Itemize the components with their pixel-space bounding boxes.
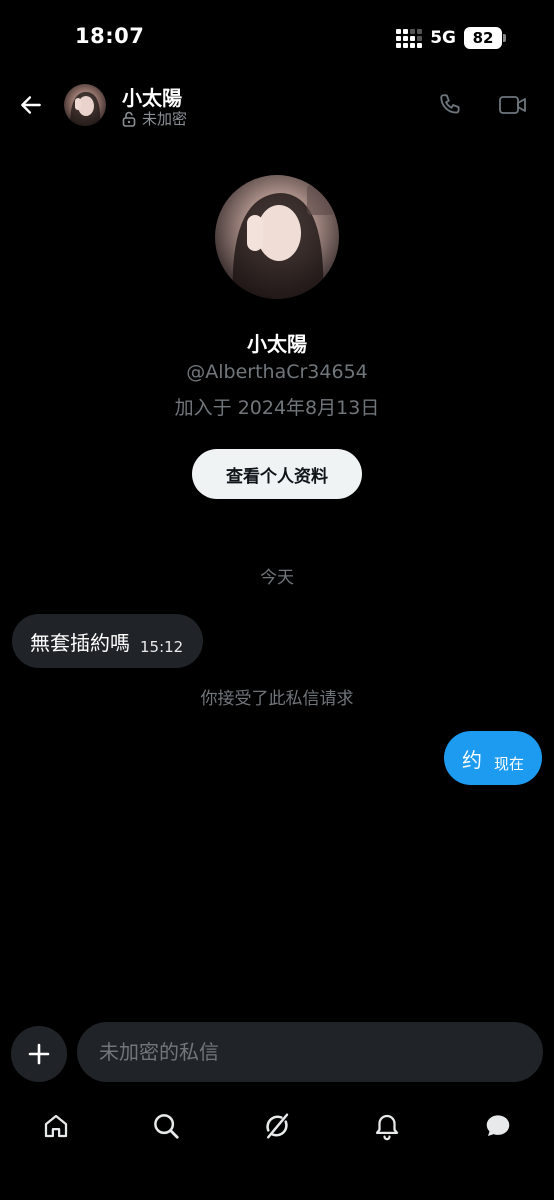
messages-icon [486, 1115, 510, 1136]
incoming-message[interactable]: 無套插約嗎 15:12 [12, 614, 204, 668]
profile-avatar-image [215, 175, 339, 299]
battery-level: 82 [464, 27, 502, 49]
day-separator: 今天 [260, 568, 294, 588]
profile-joined-date: 加入于 2024年8月13日 [174, 397, 380, 419]
conversation-title: 小太陽 [122, 86, 182, 110]
grok-icon [266, 1113, 289, 1139]
profile-avatar[interactable] [215, 175, 339, 299]
nav-search[interactable] [146, 1106, 186, 1146]
profile-handle: @AlberthaCr34654 [186, 361, 368, 383]
message-time: 15:12 [140, 638, 184, 656]
nav-grok[interactable] [257, 1106, 297, 1146]
search-icon [154, 1114, 179, 1139]
status-bar: 18:07 5G 82 [0, 0, 554, 76]
nav-home[interactable] [36, 1106, 76, 1146]
request-accepted-note: 你接受了此私信请求 [200, 689, 354, 709]
message-text: 约 [461, 747, 482, 772]
battery-icon: 82 [464, 27, 506, 49]
add-attachment-button[interactable] [11, 1026, 67, 1082]
nav-notifications[interactable] [367, 1106, 407, 1146]
arrow-left-icon [21, 96, 41, 114]
message-input[interactable] [77, 1022, 543, 1082]
status-indicators: 5G 82 [396, 26, 506, 50]
outgoing-message[interactable]: 约 现在 [443, 731, 542, 785]
avatar-image [64, 84, 106, 126]
back-button[interactable] [14, 88, 48, 122]
video-call-button[interactable] [494, 88, 532, 122]
profile-name: 小太陽 [247, 332, 307, 356]
video-camera-icon [499, 96, 526, 114]
voice-call-button[interactable] [434, 88, 468, 122]
signal-icon [396, 28, 423, 48]
message-time: 现在 [493, 754, 524, 773]
avatar[interactable] [64, 84, 106, 126]
encryption-status: 未加密 [122, 108, 187, 129]
unlock-icon [122, 111, 136, 127]
bell-icon [375, 1114, 399, 1141]
encryption-label: 未加密 [142, 110, 188, 128]
nav-messages[interactable] [478, 1106, 518, 1146]
network-type: 5G [430, 28, 456, 48]
phone-icon [440, 94, 460, 114]
plus-icon [28, 1043, 50, 1065]
home-icon [44, 1114, 68, 1138]
message-text: 無套插約嗎 [30, 630, 130, 655]
view-profile-button[interactable]: 查看个人资料 [192, 449, 362, 499]
conversation-header: 小太陽 未加密 [0, 76, 554, 136]
bottom-nav [0, 1096, 554, 1156]
status-time: 18:07 [75, 24, 145, 48]
